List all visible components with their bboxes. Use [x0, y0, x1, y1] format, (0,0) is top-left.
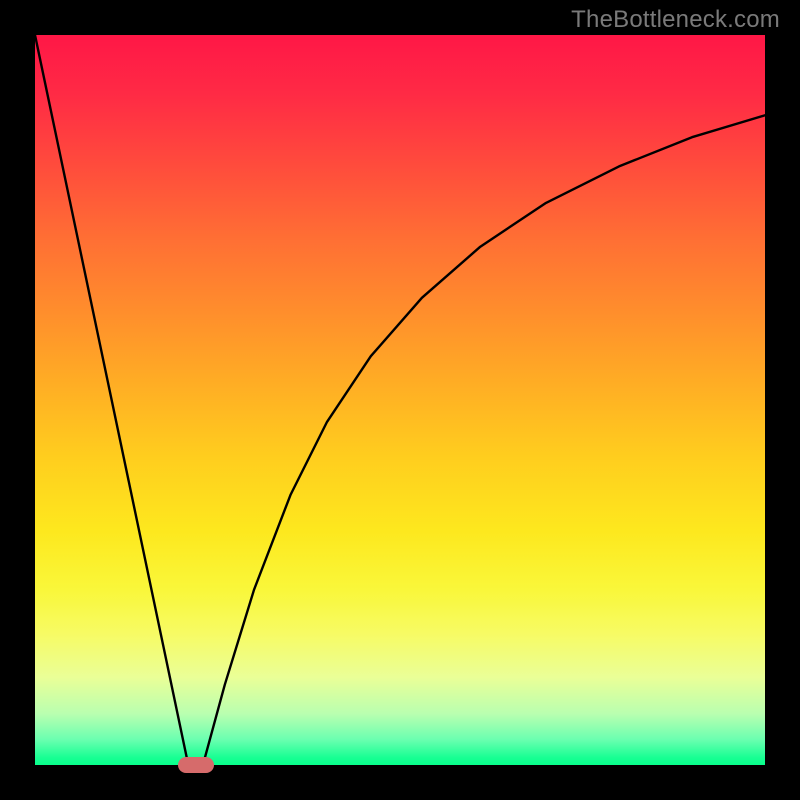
curve-path: [35, 35, 765, 765]
plot-area: [35, 35, 765, 765]
chart-frame: TheBottleneck.com: [0, 0, 800, 800]
watermark-text: TheBottleneck.com: [571, 6, 780, 34]
chart-curve: [35, 35, 765, 765]
optimum-marker: [178, 757, 214, 773]
